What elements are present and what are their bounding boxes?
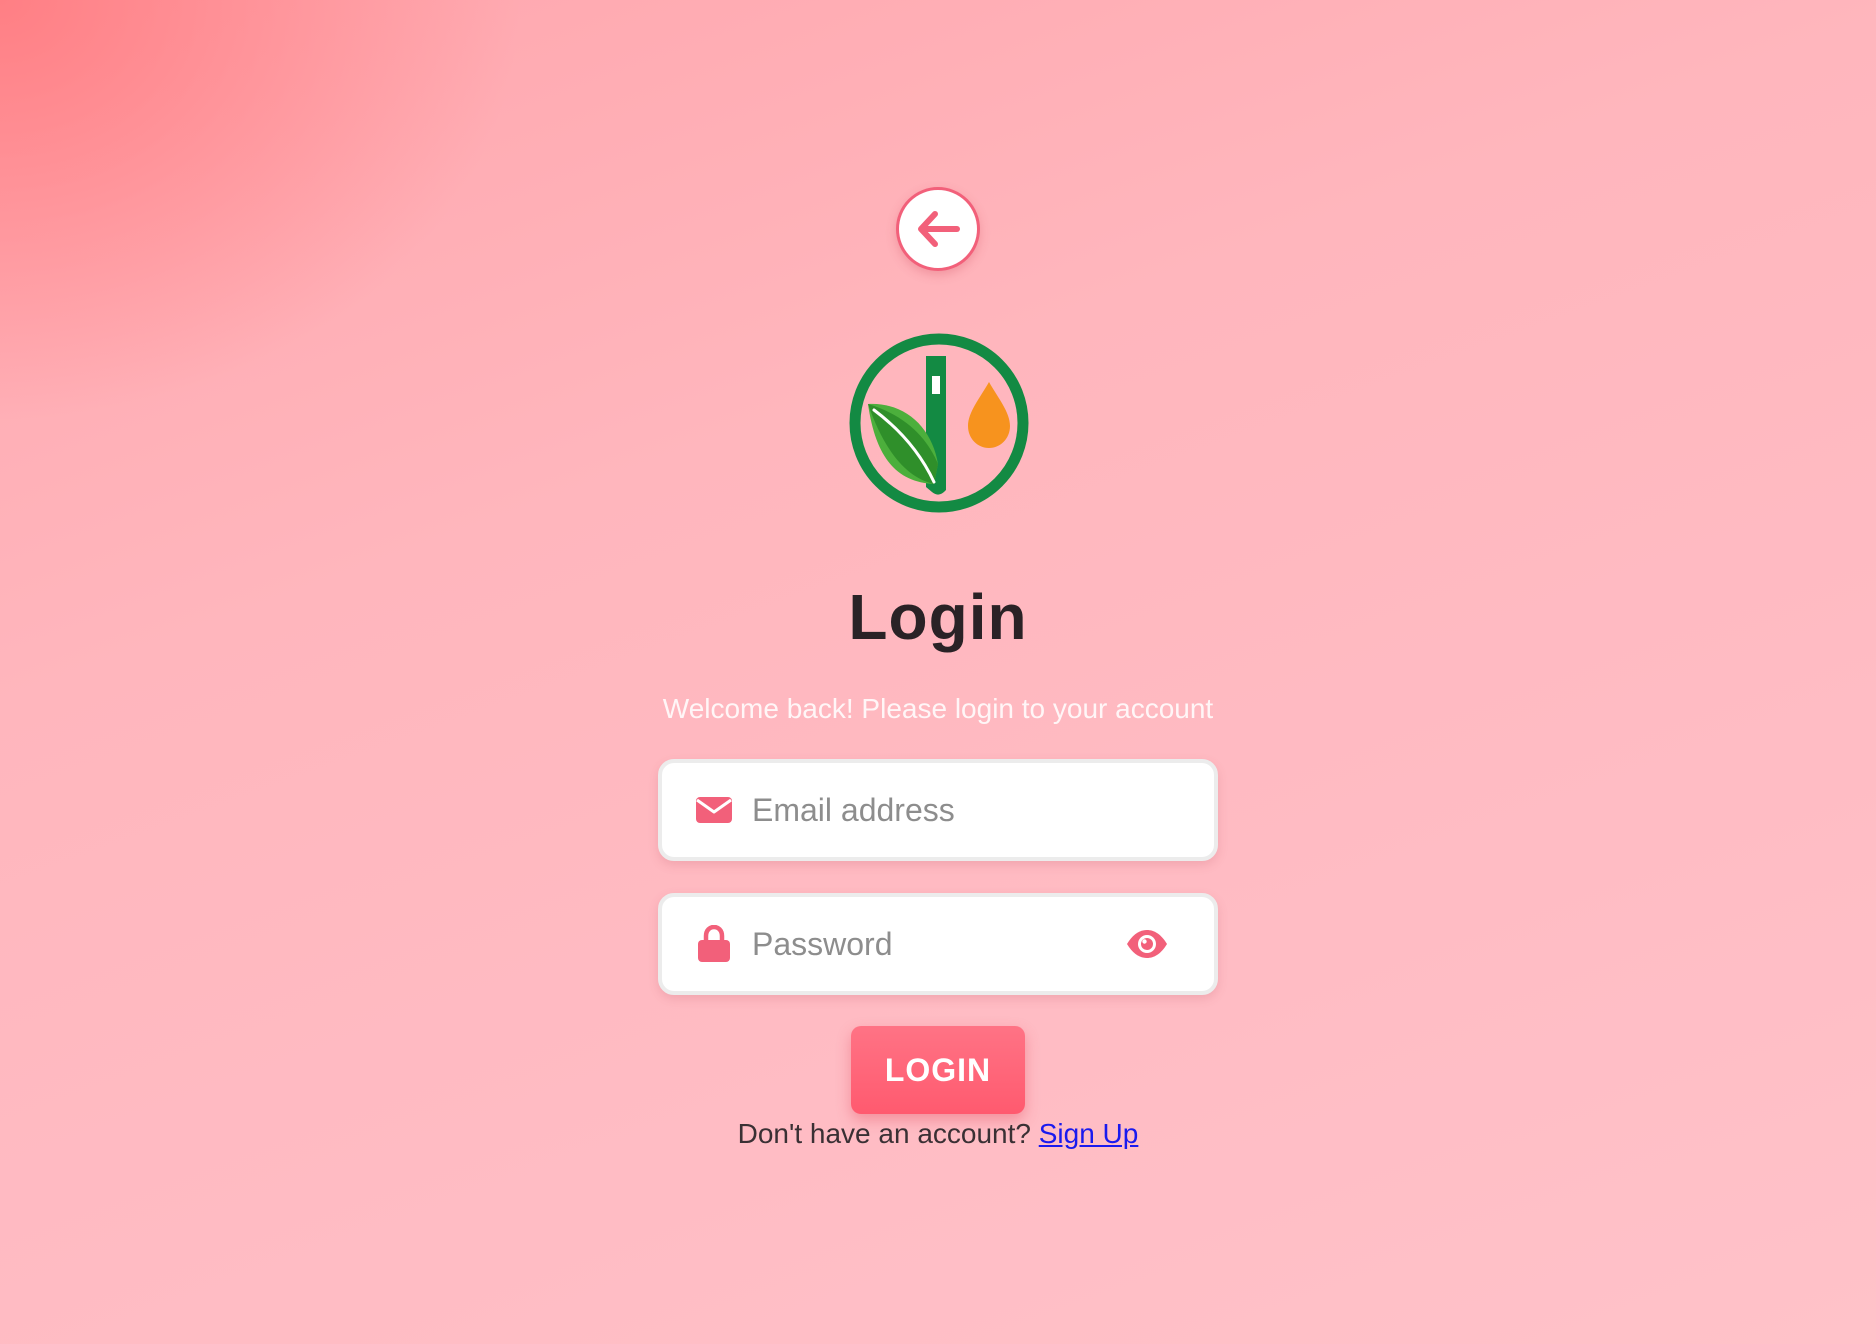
password-field[interactable] bbox=[658, 893, 1218, 995]
login-button[interactable]: LOGIN bbox=[851, 1026, 1025, 1114]
lock-icon bbox=[694, 924, 734, 964]
password-input[interactable] bbox=[752, 925, 1092, 963]
leaf-drop-logo-icon bbox=[849, 333, 1029, 513]
arrow-left-icon bbox=[918, 211, 960, 247]
signup-row: Don't have an account? Sign Up bbox=[0, 1118, 1876, 1150]
email-input[interactable] bbox=[752, 791, 1092, 829]
email-field[interactable] bbox=[658, 759, 1218, 861]
page-title: Login bbox=[848, 581, 1028, 653]
page-subtitle: Welcome back! Please login to your accou… bbox=[662, 693, 1214, 724]
envelope-icon bbox=[694, 790, 734, 830]
back-button[interactable] bbox=[896, 187, 980, 271]
signup-link[interactable]: Sign Up bbox=[1039, 1118, 1139, 1149]
signup-prompt: Don't have an account? bbox=[737, 1118, 1039, 1149]
eye-icon[interactable] bbox=[1124, 921, 1170, 967]
login-page: Login Welcome back! Please login to your… bbox=[0, 0, 1876, 1344]
